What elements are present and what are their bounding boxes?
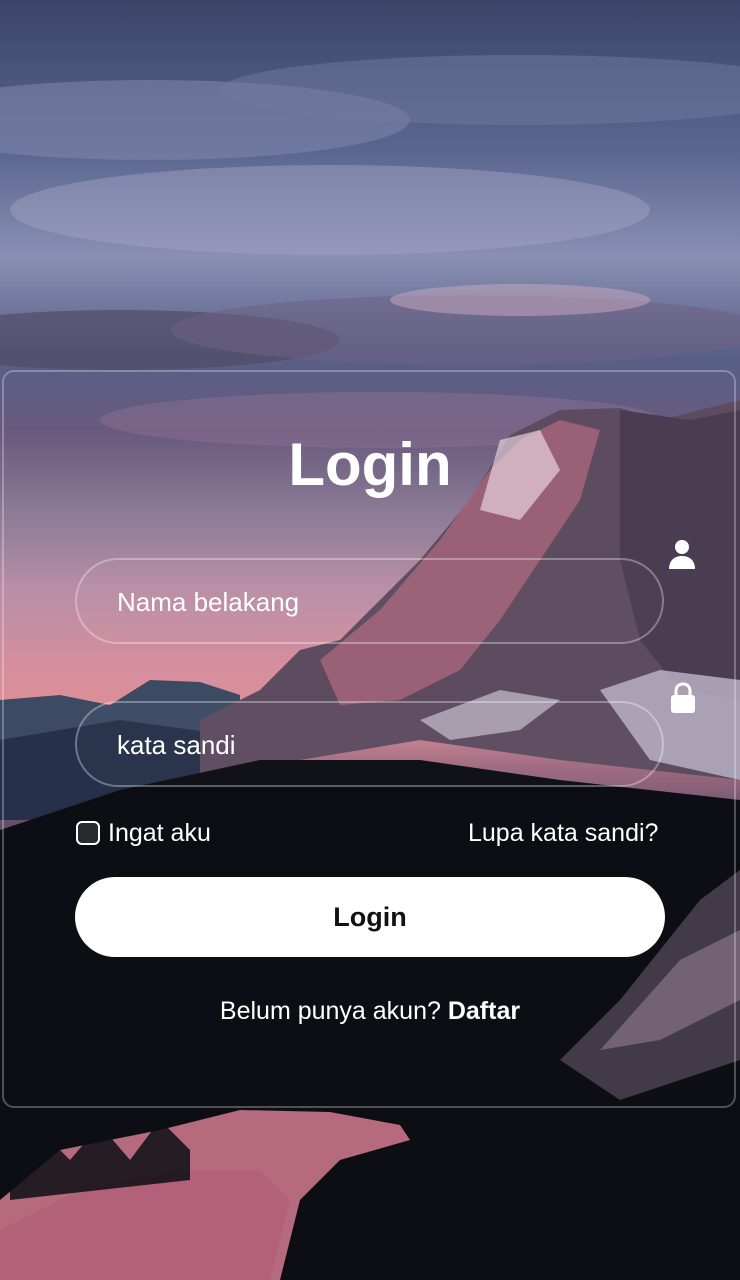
register-link[interactable]: Daftar xyxy=(448,997,520,1025)
password-field[interactable] xyxy=(75,701,664,787)
remember-checkbox[interactable] xyxy=(76,821,100,845)
forgot-password-link[interactable]: Lupa kata sandi? xyxy=(468,818,658,848)
user-icon xyxy=(669,540,695,569)
username-input[interactable] xyxy=(115,560,619,644)
register-prompt: Belum punya akun? xyxy=(219,997,441,1025)
username-field[interactable] xyxy=(75,558,664,644)
login-title: Login xyxy=(288,431,452,498)
lock-icon xyxy=(671,682,695,713)
login-screen: Login Ingat aku Lupa kata sandi? Login B… xyxy=(0,0,740,1280)
register-prompt-line: Belum punya akun? Daftar xyxy=(0,996,740,1026)
login-button[interactable]: Login xyxy=(75,877,665,957)
remember-me[interactable]: Ingat aku xyxy=(76,818,211,848)
remember-label: Ingat aku xyxy=(108,818,211,847)
password-input[interactable] xyxy=(115,703,619,787)
